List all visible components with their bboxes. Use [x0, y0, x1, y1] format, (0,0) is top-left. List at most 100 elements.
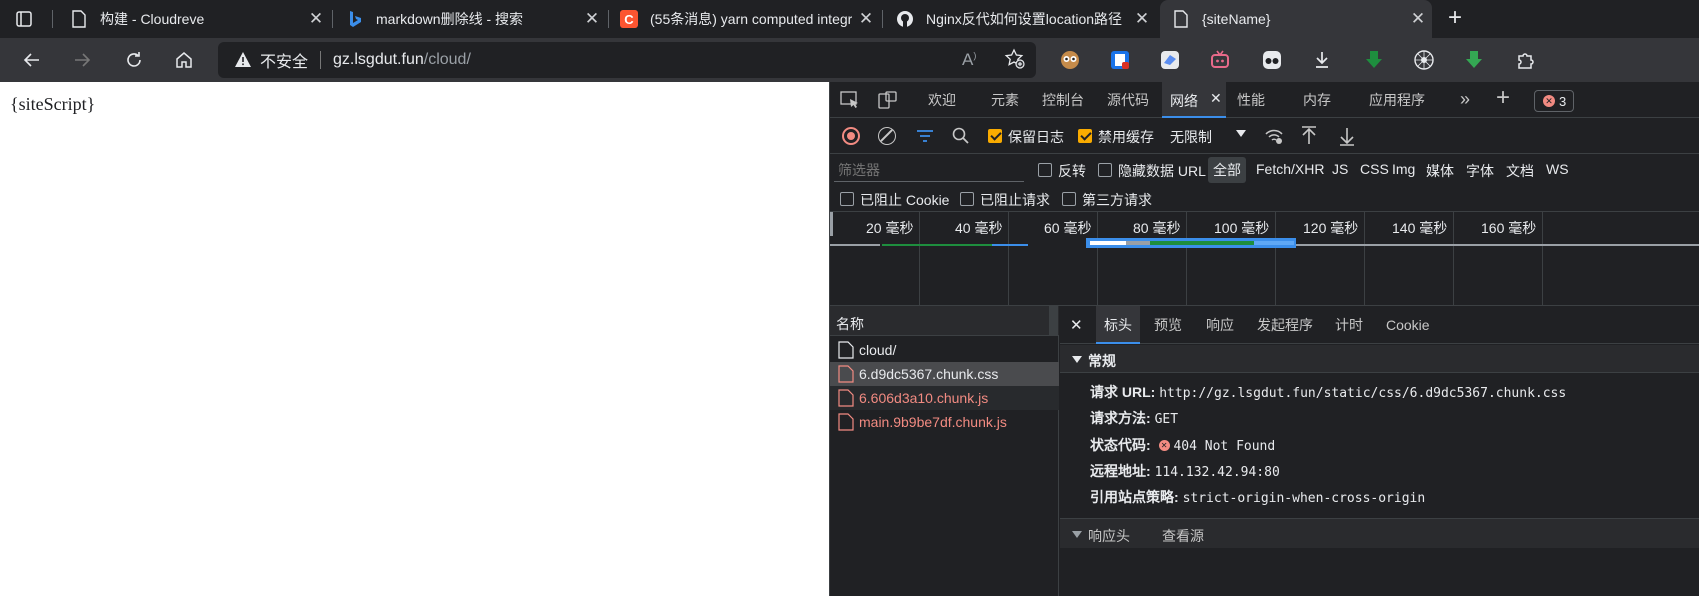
tab-bing-search[interactable]: markdown删除线 - 搜索 ✕	[334, 0, 606, 38]
type-filter-all[interactable]: 全部	[1208, 157, 1246, 183]
extension-tampermonkey-icon[interactable]	[1106, 46, 1134, 74]
read-aloud-icon[interactable]: A)	[962, 50, 976, 70]
general-request-url: 请求 URL: http://gz.lsgdut.fun/static/css/…	[1090, 382, 1566, 402]
waterfall-bar	[1254, 241, 1294, 245]
disable-cache-checkbox[interactable]	[1078, 129, 1092, 143]
extension-owl-icon[interactable]	[1056, 46, 1084, 74]
tab-performance[interactable]: 性能	[1236, 82, 1266, 118]
export-har-icon[interactable]	[1338, 126, 1356, 149]
third-party-checkbox[interactable]	[1062, 192, 1076, 206]
filter-input[interactable]	[834, 158, 1024, 182]
home-icon[interactable]	[168, 44, 200, 76]
type-filter-ws[interactable]: WS	[1546, 161, 1569, 177]
url-path[interactable]: /cloud/	[424, 51, 471, 69]
search-icon[interactable]	[952, 127, 970, 148]
tab-title: {siteName}	[1202, 11, 1271, 27]
close-icon[interactable]: ✕	[852, 9, 880, 29]
download-icon[interactable]	[1308, 46, 1336, 74]
new-tab-icon[interactable]: +	[1442, 6, 1468, 32]
type-filter-fetch-xhr[interactable]: Fetch/XHR	[1256, 161, 1324, 177]
extensions-puzzle-icon[interactable]	[1512, 46, 1540, 74]
waterfall-bar	[1126, 241, 1150, 245]
close-icon[interactable]: ✕	[302, 9, 330, 29]
tab-cloudreve[interactable]: 构建 - Cloudreve ✕	[58, 0, 330, 38]
blocked-filter-row: 已阻止 Cookie 已阻止请求 第三方请求	[830, 186, 1699, 212]
error-icon: ✕	[1543, 95, 1555, 107]
import-har-icon[interactable]	[1300, 126, 1318, 149]
tab-welcome[interactable]: 欢迎	[924, 82, 960, 118]
preserve-log-checkbox[interactable]	[988, 129, 1002, 143]
close-icon[interactable]: ✕	[578, 9, 606, 29]
extension-green-arrow-icon[interactable]	[1360, 46, 1388, 74]
invert-checkbox[interactable]	[1038, 163, 1052, 177]
type-filter-doc[interactable]: 文档	[1506, 161, 1534, 181]
tab-network[interactable]: 网络 ✕	[1162, 82, 1226, 118]
tab-actions-icon[interactable]	[14, 9, 34, 29]
detail-tab-preview[interactable]: 预览	[1154, 306, 1182, 344]
detail-tab-headers[interactable]: 标头	[1096, 306, 1140, 344]
record-icon[interactable]	[842, 127, 860, 145]
hide-data-url-checkbox[interactable]	[1098, 163, 1112, 177]
type-filter-css[interactable]: CSS	[1360, 161, 1389, 177]
type-filter-font[interactable]: 字体	[1466, 161, 1494, 181]
timeline-tick: 80 毫秒	[1133, 220, 1181, 236]
view-source-link[interactable]: 查看源	[1162, 526, 1204, 546]
type-filter-js[interactable]: JS	[1332, 161, 1348, 177]
timeline-overview[interactable]: 20 毫秒 40 毫秒 60 毫秒 80 毫秒 100 毫秒 120 毫秒 14…	[830, 212, 1699, 306]
waterfall-bar	[1150, 241, 1254, 245]
back-icon[interactable]	[16, 44, 48, 76]
request-row-selected[interactable]: 6.d9dc5367.chunk.css	[830, 362, 1059, 386]
tab-csdn[interactable]: C (55条消息) yarn computed integrity ✕	[608, 0, 880, 38]
blocked-requests-checkbox[interactable]	[960, 192, 974, 206]
throttle-select[interactable]: 无限制	[1170, 127, 1212, 147]
warning-icon[interactable]	[234, 51, 252, 69]
forward-icon[interactable]	[66, 44, 98, 76]
device-toolbar-icon[interactable]	[878, 91, 898, 112]
detail-tab-response[interactable]: 响应	[1206, 306, 1234, 344]
filter-icon[interactable]	[916, 128, 934, 147]
address-bar[interactable]: 不安全 gz.lsgdut.fun/cloud/ A)	[218, 42, 1036, 78]
clear-icon[interactable]	[878, 127, 896, 145]
close-icon[interactable]: ✕	[1210, 90, 1222, 107]
extension-glasses-icon[interactable]	[1258, 46, 1286, 74]
response-headers-section[interactable]: 响应头 查看源	[1060, 518, 1699, 548]
detail-tab-cookie[interactable]: Cookie	[1386, 306, 1430, 344]
detail-tab-timing[interactable]: 计时	[1335, 306, 1363, 344]
request-row[interactable]: cloud/	[830, 338, 1059, 362]
security-label[interactable]: 不安全	[260, 48, 308, 72]
type-filter-img[interactable]: Img	[1392, 161, 1415, 177]
network-conditions-icon[interactable]	[1264, 127, 1284, 148]
request-row[interactable]: 6.606d3a10.chunk.js	[830, 386, 1059, 410]
blocked-cookie-checkbox[interactable]	[840, 192, 854, 206]
triangle-down-icon	[1072, 356, 1082, 363]
list-scrollbar[interactable]	[1049, 306, 1058, 336]
refresh-icon[interactable]	[118, 44, 150, 76]
close-icon[interactable]: ✕	[1128, 9, 1156, 29]
url-host[interactable]: gz.lsgdut.fun	[333, 51, 424, 69]
chevron-down-icon[interactable]	[1236, 130, 1246, 137]
close-icon[interactable]: ✕	[1404, 9, 1432, 29]
error-count-badge[interactable]: ✕ 3	[1534, 90, 1574, 112]
extension-bird-icon[interactable]	[1156, 46, 1184, 74]
request-row[interactable]: main.9b9be7df.chunk.js	[830, 410, 1059, 434]
tab-elements[interactable]: 元素	[990, 82, 1020, 118]
tab-github[interactable]: Nginx反代如何设置location路径 ✕	[884, 0, 1156, 38]
more-tabs-icon[interactable]: »	[1460, 89, 1470, 110]
extension-green-download-icon[interactable]	[1460, 46, 1488, 74]
tab-memory[interactable]: 内存	[1302, 82, 1332, 118]
extension-flower-icon[interactable]	[1410, 46, 1438, 74]
request-name: main.9b9be7df.chunk.js	[859, 414, 1007, 430]
tab-sitename[interactable]: {siteName} ✕	[1160, 0, 1432, 38]
add-favorite-icon[interactable]	[1004, 48, 1026, 75]
detail-tab-initiator[interactable]: 发起程序	[1257, 306, 1313, 344]
add-tab-icon[interactable]: +	[1496, 84, 1510, 112]
tab-sources[interactable]: 源代码	[1106, 82, 1150, 118]
inspect-icon[interactable]	[840, 91, 860, 112]
tab-console[interactable]: 控制台	[1041, 82, 1085, 118]
extension-tv-icon[interactable]	[1206, 46, 1234, 74]
close-detail-icon[interactable]: ✕	[1070, 316, 1083, 334]
type-filter-media[interactable]: 媒体	[1426, 161, 1454, 181]
general-section-header[interactable]: 常规	[1060, 345, 1699, 373]
tab-application[interactable]: 应用程序	[1368, 82, 1426, 118]
name-column-header[interactable]: 名称	[830, 306, 1059, 336]
